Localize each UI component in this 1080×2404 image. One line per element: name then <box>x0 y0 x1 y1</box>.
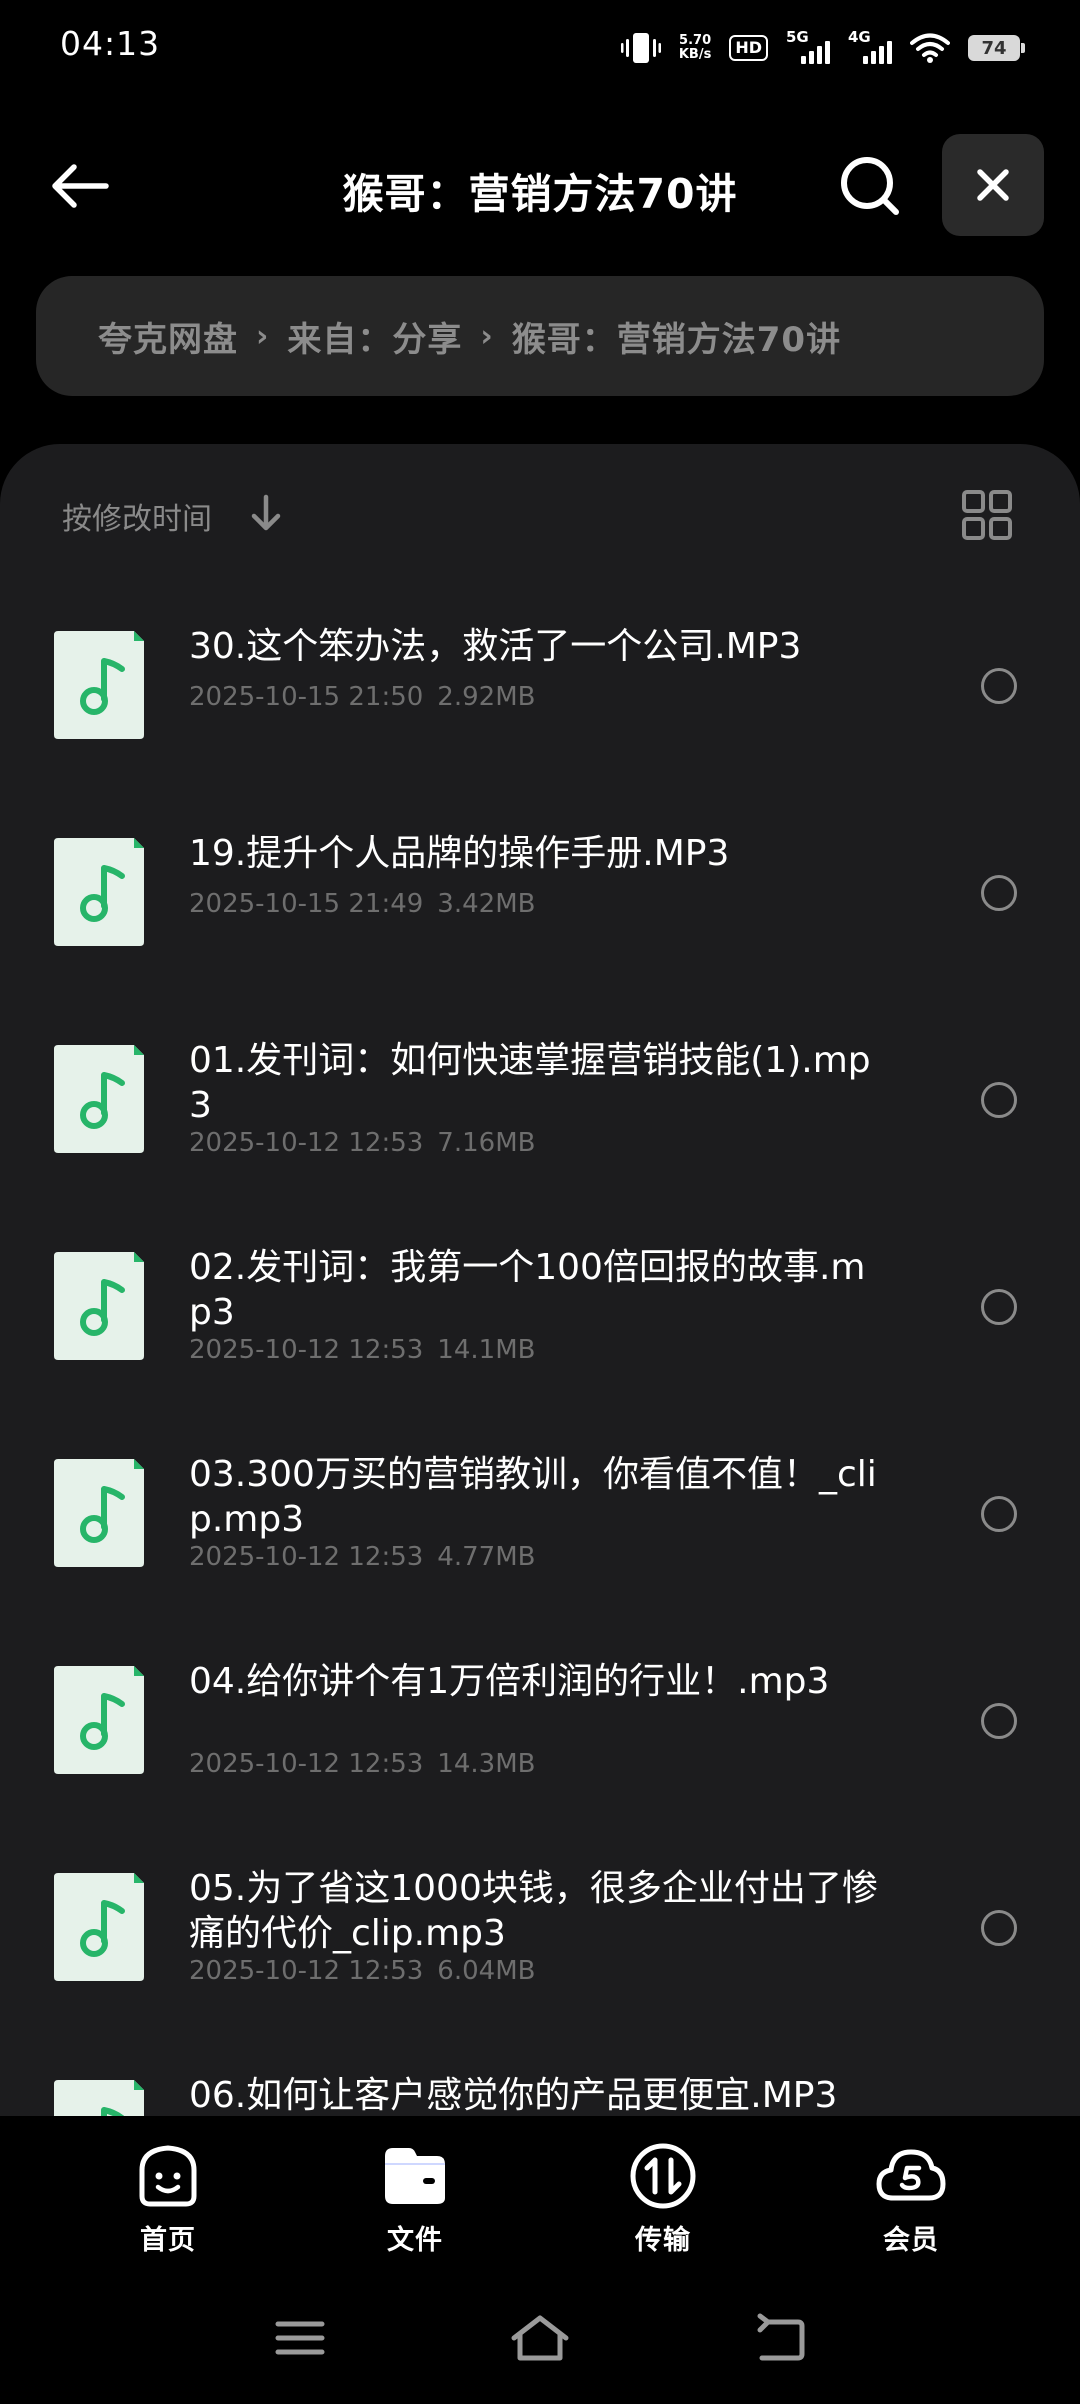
back-nav-icon[interactable] <box>748 2310 812 2366</box>
file-meta: 2025-10-12 12:53 4.77MB <box>189 1542 535 1572</box>
select-checkbox[interactable] <box>981 1082 1017 1118</box>
bottom-nav: 首页 文件 传输 会员 <box>0 2116 1080 2286</box>
battery-icon: 74 <box>968 35 1025 61</box>
folder-icon <box>385 2148 445 2204</box>
nav-item-files[interactable]: 文件 <box>355 2140 475 2260</box>
file-meta: 2025-10-12 12:53 6.04MB <box>189 1956 535 1986</box>
file-size: 14.1MB <box>437 1335 536 1365</box>
close-icon <box>977 169 1009 201</box>
select-checkbox[interactable] <box>981 1703 1017 1739</box>
file-date: 2025-10-12 12:53 <box>189 1749 424 1779</box>
file-name: 06.如何让客户感觉你的产品更便宜.MP3 <box>189 2075 838 2116</box>
audio-file-icon <box>54 1873 144 1981</box>
file-name: 19.提升个人品牌的操作手册.MP3 <box>189 833 730 874</box>
file-name: 04.给你讲个有1万倍利润的行业！.mp3 <box>189 1661 830 1702</box>
cloud-vip-icon <box>876 2149 946 2201</box>
file-item[interactable]: 01.发刊词：如何快速掌握营销技能(1).mp3 2025-10-12 12:5… <box>0 998 1080 1205</box>
home-face-icon <box>139 2145 197 2207</box>
file-size: 6.04MB <box>437 1956 536 1986</box>
nav-label-files: 文件 <box>387 2225 443 2256</box>
file-item[interactable]: 30.这个笨办法，救活了一个公司.MP3 2025-10-15 21:50 2.9… <box>0 584 1080 791</box>
search-button[interactable] <box>832 148 908 224</box>
file-name: 03.300万买的营销教训，你看值不值！_clip.mp3 <box>189 1454 877 1540</box>
breadcrumb: 夸克网盘 › 来自：分享 › 猴哥：营销方法70讲 <box>36 276 1044 396</box>
breadcrumb-item-current[interactable]: 猴哥：营销方法70讲 <box>512 312 841 361</box>
breadcrumb-separator: › <box>256 318 270 354</box>
file-date: 2025-10-12 12:53 <box>189 1128 424 1158</box>
file-date: 2025-10-15 21:50 <box>189 682 424 712</box>
sort-bar: 按修改时间 <box>0 444 1080 584</box>
status-icons: 5.70 KB/s HD 5G 4G 74 <box>620 26 1025 70</box>
audio-file-icon <box>54 1045 144 1153</box>
close-button[interactable] <box>942 134 1044 236</box>
signal-4g-icon: 4G <box>848 28 892 66</box>
audio-file-icon <box>54 631 144 739</box>
file-size: 7.16MB <box>437 1128 536 1158</box>
file-meta: 2025-10-12 12:53 7.16MB <box>189 1128 535 1158</box>
file-size: 3.42MB <box>437 889 536 919</box>
file-name: 01.发刊词：如何快速掌握营销技能(1).mp3 <box>189 1040 871 1126</box>
wifi-icon <box>910 32 950 64</box>
hd-badge: HD <box>729 35 768 61</box>
file-panel: 按修改时间 30.这个笨办法，救活了一个公司.MP3 2025-10-15 21… <box>0 444 1080 2404</box>
transfer-icon <box>630 2143 696 2209</box>
nav-label-home: 首页 <box>140 2225 196 2256</box>
breadcrumb-separator: › <box>480 318 494 354</box>
nav-item-vip[interactable]: 会员 <box>851 2140 971 2260</box>
nav-label-vip: 会员 <box>883 2225 939 2256</box>
nav-item-home[interactable]: 首页 <box>108 2140 228 2260</box>
menu-icon[interactable] <box>268 2310 332 2366</box>
network-speed: 5.70 KB/s <box>679 34 711 62</box>
file-name: 05.为了省这1000块钱，很多企业付出了惨痛的代价_clip.mp3 <box>189 1868 878 1954</box>
home-icon[interactable] <box>508 2310 572 2366</box>
file-size: 2.92MB <box>437 682 536 712</box>
file-meta: 2025-10-15 21:50 2.92MB <box>189 682 535 712</box>
file-date: 2025-10-12 12:53 <box>189 1335 424 1365</box>
file-date: 2025-10-15 21:49 <box>189 889 424 919</box>
file-list: 30.这个笨办法，救活了一个公司.MP3 2025-10-15 21:50 2.9… <box>0 584 1080 2240</box>
file-item[interactable]: 03.300万买的营销教训，你看值不值！_clip.mp3 2025-10-12… <box>0 1412 1080 1619</box>
file-name: 02.发刊词：我第一个100倍回报的故事.mp3 <box>189 1247 866 1333</box>
arrow-down-icon[interactable] <box>248 494 284 534</box>
grid-view-icon[interactable] <box>960 488 1014 542</box>
file-meta: 2025-10-15 21:49 3.42MB <box>189 889 535 919</box>
screen: 04:13 5.70 KB/s HD 5G 4G 74 猴哥：营销方法70讲 夸… <box>0 0 1080 2404</box>
status-time: 04:13 <box>60 24 161 63</box>
select-checkbox[interactable] <box>981 875 1017 911</box>
file-item[interactable]: 19.提升个人品牌的操作手册.MP3 2025-10-15 21:49 3.42M… <box>0 791 1080 998</box>
audio-file-icon <box>54 838 144 946</box>
select-checkbox[interactable] <box>981 1496 1017 1532</box>
file-meta: 2025-10-12 12:53 14.3MB <box>189 1749 535 1779</box>
nav-item-transfer[interactable]: 传输 <box>603 2140 723 2260</box>
file-size: 4.77MB <box>437 1542 536 1572</box>
vibrate-icon <box>620 31 661 65</box>
nav-label-transfer: 传输 <box>635 2225 691 2256</box>
select-checkbox[interactable] <box>981 1910 1017 1946</box>
header: 猴哥：营销方法70讲 <box>0 130 1080 242</box>
file-date: 2025-10-12 12:53 <box>189 1956 424 1986</box>
file-date: 2025-10-12 12:53 <box>189 1542 424 1572</box>
audio-file-icon <box>54 1666 144 1774</box>
select-checkbox[interactable] <box>981 1289 1017 1325</box>
file-item[interactable]: 05.为了省这1000块钱，很多企业付出了惨痛的代价_clip.mp3 2025… <box>0 1826 1080 2033</box>
select-checkbox[interactable] <box>981 668 1017 704</box>
file-item[interactable]: 04.给你讲个有1万倍利润的行业！.mp3 2025-10-12 12:53 14… <box>0 1619 1080 1826</box>
sort-label[interactable]: 按修改时间 <box>62 494 212 538</box>
network-speed-value: 5.70 <box>679 33 712 48</box>
file-name: 30.这个笨办法，救活了一个公司.MP3 <box>189 626 802 667</box>
breadcrumb-item-root[interactable]: 夸克网盘 <box>98 312 238 361</box>
status-bar: 04:13 5.70 KB/s HD 5G 4G 74 <box>0 0 1080 92</box>
file-item[interactable]: 02.发刊词：我第一个100倍回报的故事.mp3 2025-10-12 12:5… <box>0 1205 1080 1412</box>
network-speed-unit: KB/s <box>678 47 712 62</box>
page-title: 猴哥：营销方法70讲 <box>342 170 738 218</box>
search-icon <box>841 157 899 215</box>
signal-5g-icon: 5G <box>786 28 830 66</box>
audio-file-icon <box>54 1252 144 1360</box>
system-nav-bar <box>0 2286 1080 2404</box>
file-meta: 2025-10-12 12:53 14.1MB <box>189 1335 535 1365</box>
breadcrumb-item-share[interactable]: 来自：分享 <box>287 312 462 361</box>
audio-file-icon <box>54 1459 144 1567</box>
file-size: 14.3MB <box>437 1749 536 1779</box>
